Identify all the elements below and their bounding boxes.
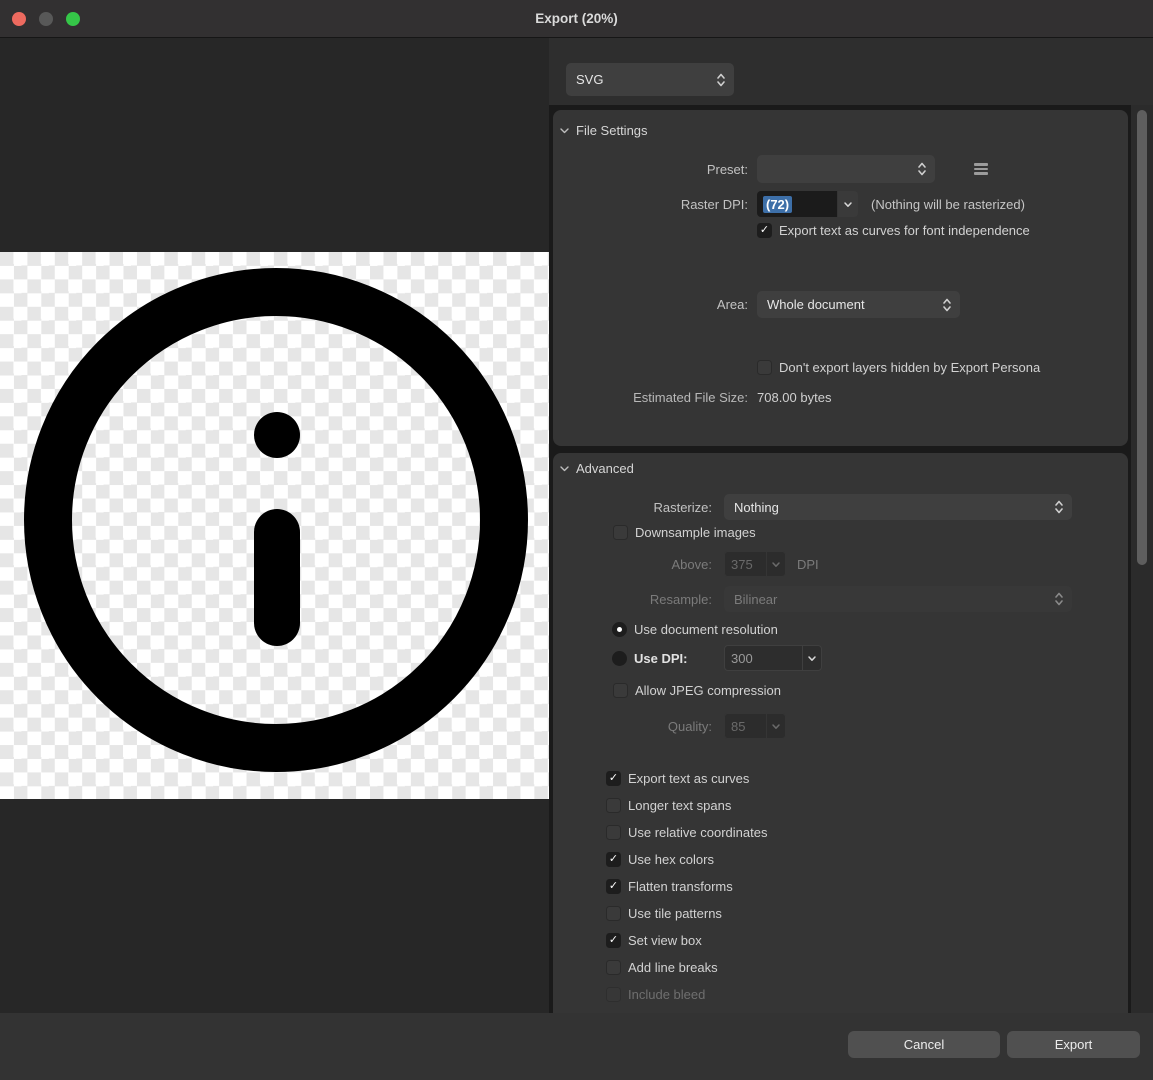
file-settings-title: File Settings (576, 123, 648, 138)
use-dpi-dropdown-button[interactable] (802, 645, 822, 671)
export-text-curves-font-checkbox[interactable]: ✓ (757, 223, 772, 238)
updown-chevron-icon (1054, 499, 1064, 515)
export-dialog: Export (20%) SVG (0, 0, 1153, 1080)
use-hex-colors-label: Use hex colors (628, 852, 714, 867)
format-bar: SVG (549, 38, 1153, 105)
use-document-resolution-label: Use document resolution (634, 622, 778, 637)
flatten-transforms-checkbox[interactable]: ✓ (606, 879, 621, 894)
window-title: Export (20%) (0, 11, 1153, 26)
dont-export-hidden-layers-checkbox[interactable]: ✓ (757, 360, 772, 375)
allow-jpeg-compression-label: Allow JPEG compression (635, 683, 781, 698)
preset-menu-icon[interactable] (974, 163, 988, 175)
use-dpi-field[interactable]: 300 (724, 645, 802, 671)
updown-chevron-icon (942, 297, 952, 313)
include-bleed-label: Include bleed (628, 987, 705, 1002)
downsample-images-label: Downsample images (635, 525, 756, 540)
longer-text-spans-label: Longer text spans (628, 798, 731, 813)
use-tile-patterns-label: Use tile patterns (628, 906, 722, 921)
raster-dpi-combo[interactable]: (72) (757, 191, 858, 217)
area-select-value: Whole document (767, 297, 942, 312)
settings-scroll-area: File Settings Preset: Raster DPI: (549, 105, 1131, 1013)
export-text-curves-font-label: Export text as curves for font independe… (779, 223, 1030, 238)
downsample-images-checkbox[interactable]: ✓ (613, 525, 628, 540)
raster-dpi-dropdown-button[interactable] (838, 191, 858, 217)
preset-label: Preset: (553, 162, 748, 177)
dont-export-hidden-layers-label: Don't export layers hidden by Export Per… (779, 360, 1040, 375)
chevron-down-icon (771, 561, 781, 568)
use-tile-patterns-checkbox[interactable]: ✓ (606, 906, 621, 921)
cancel-button[interactable]: Cancel (848, 1031, 1000, 1058)
use-dpi-label: Use DPI: (634, 651, 718, 666)
chevron-down-icon (807, 655, 817, 662)
format-select[interactable]: SVG (566, 63, 734, 96)
allow-jpeg-compression-checkbox[interactable]: ✓ (613, 683, 628, 698)
include-bleed-checkbox: ✓ (606, 987, 621, 1002)
resample-select-value: Bilinear (734, 592, 1054, 607)
raster-dpi-label: Raster DPI: (553, 197, 748, 212)
updown-chevron-icon (917, 161, 927, 177)
above-dpi-suffix: DPI (797, 557, 819, 572)
use-dpi-combo[interactable]: 300 (724, 645, 822, 671)
updown-chevron-icon (716, 72, 726, 88)
file-settings-panel: File Settings Preset: Raster DPI: (553, 110, 1128, 446)
chevron-down-icon (771, 723, 781, 730)
estimated-size-value: 708.00 bytes (757, 390, 831, 405)
rasterize-select-value: Nothing (734, 500, 1054, 515)
export-button[interactable]: Export (1007, 1031, 1140, 1058)
raster-dpi-note: (Nothing will be rasterized) (871, 197, 1025, 212)
use-relative-coordinates-label: Use relative coordinates (628, 825, 767, 840)
export-preview-pane[interactable] (0, 38, 549, 1013)
use-dpi-value: 300 (731, 651, 753, 666)
area-select[interactable]: Whole document (757, 291, 960, 318)
quality-field: 85 (724, 713, 766, 739)
quality-label: Quality: (553, 719, 712, 734)
longer-text-spans-checkbox[interactable]: ✓ (606, 798, 621, 813)
use-relative-coordinates-checkbox[interactable]: ✓ (606, 825, 621, 840)
estimated-size-label: Estimated File Size: (553, 390, 748, 405)
advanced-panel: Advanced Rasterize: Nothing ✓ Downsample… (553, 453, 1128, 1013)
chevron-down-icon (843, 201, 853, 208)
flatten-transforms-label: Flatten transforms (628, 879, 733, 894)
quality-combo: 85 (724, 713, 786, 739)
scrollbar-track[interactable] (1131, 105, 1153, 1013)
quality-value: 85 (731, 719, 745, 734)
above-dpi-combo: 375 (724, 551, 786, 577)
advanced-title: Advanced (576, 461, 634, 476)
title-bar: Export (20%) (0, 0, 1153, 38)
export-text-as-curves-checkbox[interactable]: ✓ (606, 771, 621, 786)
above-dpi-value: 375 (731, 557, 753, 572)
rasterize-label: Rasterize: (553, 500, 712, 515)
use-hex-colors-checkbox[interactable]: ✓ (606, 852, 621, 867)
info-circle-icon (0, 252, 549, 799)
use-dpi-radio[interactable] (612, 651, 627, 666)
add-line-breaks-checkbox[interactable]: ✓ (606, 960, 621, 975)
updown-chevron-icon (1054, 591, 1064, 607)
raster-dpi-value: (72) (763, 196, 792, 213)
scrollbar-thumb[interactable] (1137, 110, 1147, 565)
file-settings-header[interactable]: File Settings (559, 123, 648, 138)
rasterize-select[interactable]: Nothing (724, 494, 1072, 520)
dialog-footer: Cancel Export (0, 1013, 1153, 1080)
above-label: Above: (553, 557, 712, 572)
format-select-value: SVG (576, 72, 716, 87)
add-line-breaks-label: Add line breaks (628, 960, 718, 975)
quality-dropdown-button (766, 713, 786, 739)
area-label: Area: (553, 297, 748, 312)
raster-dpi-field[interactable]: (72) (757, 191, 837, 217)
set-view-box-checkbox[interactable]: ✓ (606, 933, 621, 948)
resample-label: Resample: (553, 592, 712, 607)
preset-select[interactable] (757, 155, 935, 183)
section-chevron-icon (559, 125, 570, 136)
section-chevron-icon (559, 463, 570, 474)
advanced-header[interactable]: Advanced (559, 461, 634, 476)
set-view-box-label: Set view box (628, 933, 702, 948)
above-dpi-dropdown-button (766, 551, 786, 577)
export-text-as-curves-label: Export text as curves (628, 771, 749, 786)
transparency-checkerboard (0, 252, 549, 799)
resample-select: Bilinear (724, 586, 1072, 612)
above-dpi-field: 375 (724, 551, 766, 577)
use-document-resolution-radio[interactable] (612, 622, 627, 637)
